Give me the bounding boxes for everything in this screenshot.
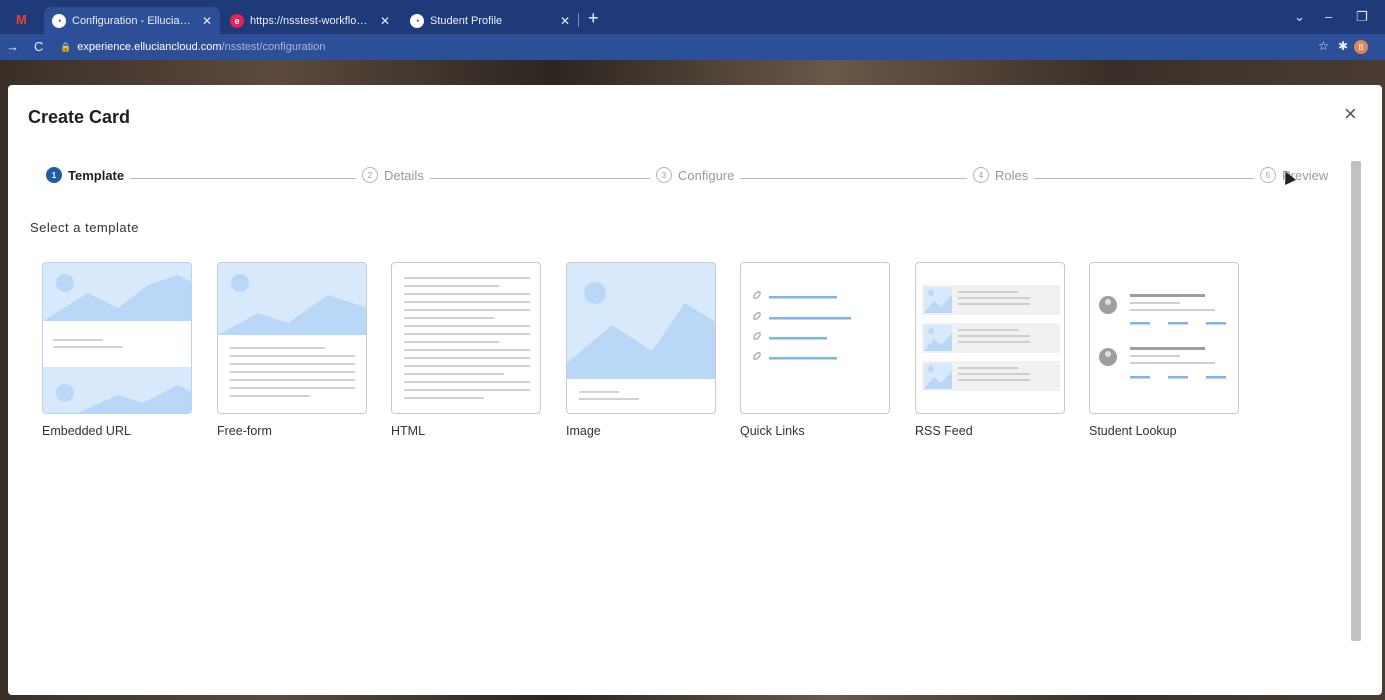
browser-tab-strip: M ◔ Configuration - Ellucian Experien ✕ … — [0, 0, 1385, 34]
scrollbar-thumb[interactable] — [1351, 161, 1361, 641]
template-label: Quick Links — [740, 424, 805, 438]
template-label: Student Lookup — [1089, 424, 1177, 438]
tab-title: Student Profile — [430, 14, 503, 27]
tab-separator — [578, 13, 579, 27]
close-dialog-button[interactable]: × — [1344, 103, 1357, 125]
tab-search-icon[interactable]: ⌄ — [1294, 9, 1305, 25]
step-connector — [128, 178, 368, 179]
restore-icon[interactable]: ❐ — [1356, 9, 1368, 25]
browser-tab-workflow[interactable]: e https://nsstest-workflow.ellucian ✕ — [222, 7, 398, 34]
quick-links-thumbnail — [740, 262, 890, 414]
template-label: Embedded URL — [42, 424, 131, 438]
lock-icon: 🔒 — [60, 41, 72, 52]
step-template[interactable]: 1 Template — [40, 167, 131, 183]
embedded-url-thumbnail — [42, 262, 192, 414]
rss-feed-thumbnail — [915, 262, 1065, 414]
close-tab-icon[interactable]: ✕ — [380, 14, 390, 28]
gmail-pinned-tab[interactable]: M — [16, 12, 27, 27]
template-label: Free-form — [217, 424, 272, 438]
close-tab-icon[interactable]: ✕ — [202, 14, 212, 28]
step-connector — [1028, 178, 1268, 179]
step-number: 5 — [1260, 167, 1276, 183]
wizard-stepper: 1 Template 2 Details 3 Configure 4 Roles… — [8, 167, 1338, 191]
browser-toolbar: → C 🔒 experience.elluciancloud.com/nsste… — [0, 34, 1385, 60]
step-label: Roles — [995, 167, 1029, 183]
step-label: Template — [68, 167, 125, 183]
step-number: 2 — [362, 167, 378, 183]
step-number: 3 — [656, 167, 672, 183]
step-number: 1 — [46, 167, 62, 183]
step-label: Configure — [678, 167, 735, 183]
forward-icon[interactable]: → — [6, 39, 19, 54]
close-tab-icon[interactable]: ✕ — [560, 14, 570, 28]
tab-title: https://nsstest-workflow.ellucian — [250, 14, 374, 27]
template-quick-links[interactable]: Quick Links — [740, 262, 892, 438]
template-embedded-url[interactable]: Embedded URL — [42, 262, 194, 438]
template-label: Image — [566, 424, 601, 438]
browser-tab-configuration[interactable]: ◔ Configuration - Ellucian Experien ✕ — [44, 7, 220, 34]
free-form-thumbnail — [217, 262, 367, 414]
new-tab-button[interactable]: + — [588, 9, 599, 27]
ellucian-icon: ◔ — [410, 13, 424, 28]
reload-icon[interactable]: C — [34, 39, 43, 54]
step-connector — [428, 178, 668, 179]
select-template-heading: Select a template — [30, 220, 139, 235]
step-connector — [738, 178, 978, 179]
step-number: 4 — [973, 167, 989, 183]
e-icon: e — [230, 13, 244, 28]
url-host: experience.elluciancloud.com — [77, 41, 222, 53]
dialog-title: Create Card — [28, 107, 131, 127]
step-roles[interactable]: 4 Roles — [967, 167, 1035, 183]
step-label: Details — [384, 167, 424, 183]
step-configure[interactable]: 3 Configure — [650, 167, 741, 183]
template-label: RSS Feed — [915, 424, 973, 438]
minimize-icon[interactable]: – — [1325, 9, 1332, 24]
template-student-lookup[interactable]: Student Lookup — [1089, 262, 1241, 438]
template-rss-feed[interactable]: RSS Feed — [915, 262, 1067, 438]
extensions-icon[interactable]: ✱ — [1338, 39, 1348, 53]
template-free-form[interactable]: Free-form — [217, 262, 369, 438]
browser-tab-student-profile[interactable]: ◔ Student Profile ✕ — [402, 7, 578, 34]
template-image[interactable]: Image — [566, 262, 718, 438]
student-lookup-thumbnail — [1089, 262, 1239, 414]
dialog-scrollbar[interactable] — [1351, 151, 1361, 651]
bookmark-star-icon[interactable]: ☆ — [1318, 39, 1329, 53]
create-card-dialog: Create Card × 1 Template 2 Details 3 Con… — [8, 85, 1382, 695]
html-thumbnail — [391, 262, 541, 414]
address-bar[interactable]: 🔒 experience.elluciancloud.com/nsstest/c… — [60, 38, 325, 56]
profile-avatar[interactable]: B — [1354, 40, 1368, 54]
template-label: HTML — [391, 424, 426, 438]
template-html[interactable]: HTML — [391, 262, 543, 438]
step-details[interactable]: 2 Details — [356, 167, 430, 183]
image-thumbnail — [566, 262, 716, 414]
tab-title: Configuration - Ellucian Experien — [72, 14, 196, 27]
url-path: /nsstest/configuration — [221, 41, 326, 53]
ellucian-icon: ◔ — [52, 13, 66, 28]
